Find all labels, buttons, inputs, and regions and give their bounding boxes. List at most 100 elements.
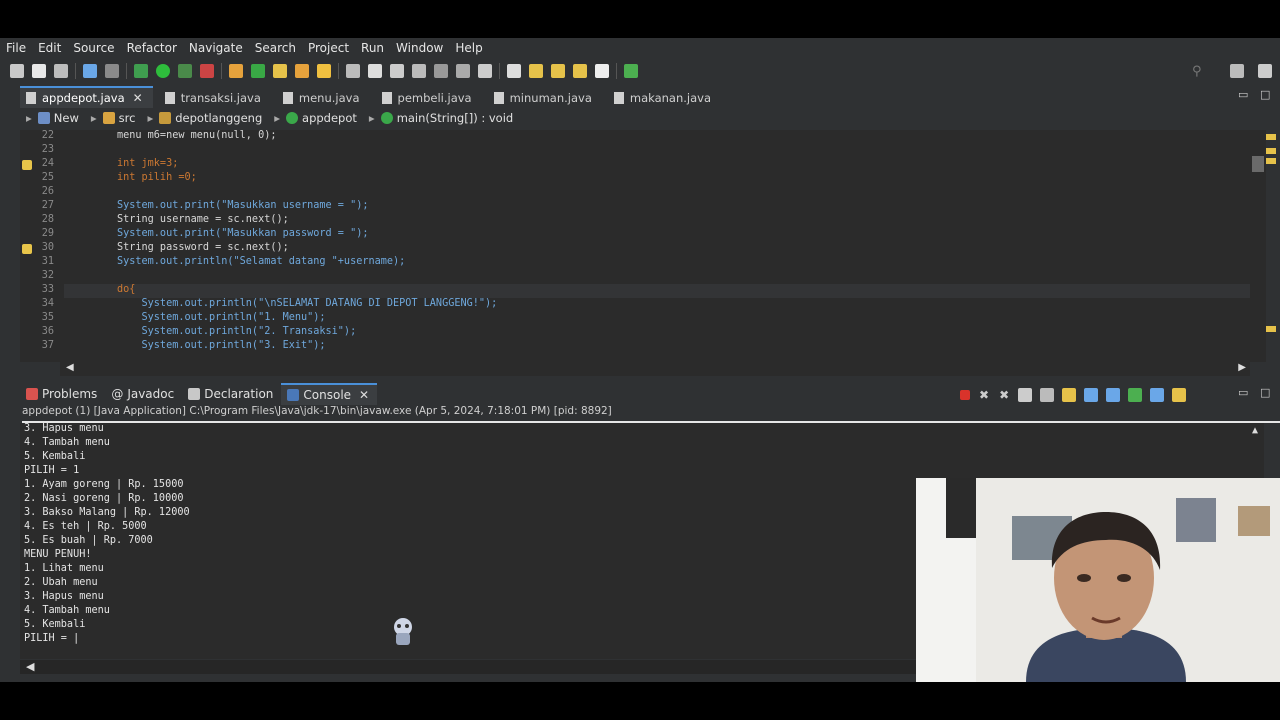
console-line: 4. Es teh | Rp. 5000 — [24, 521, 147, 532]
menu-source[interactable]: Source — [67, 41, 120, 55]
show-stderr-icon[interactable] — [1106, 388, 1121, 402]
breadcrumb-package[interactable]: depotlanggeng — [159, 111, 262, 125]
breadcrumb-label: src — [118, 110, 136, 125]
edit-icon[interactable] — [368, 64, 382, 78]
editor-horizontal-scrollbar[interactable]: ◀ ▶ — [60, 362, 1250, 376]
breadcrumb-class[interactable]: appdepot — [286, 111, 357, 125]
annotation-icon[interactable] — [390, 64, 404, 78]
code-line: System.out.println("\nSELAMAT DATANG DI … — [117, 298, 498, 309]
menu-window[interactable]: Window — [390, 41, 449, 55]
save-icon[interactable] — [32, 64, 46, 78]
scroll-lock-icon[interactable] — [1040, 388, 1055, 402]
menu-run[interactable]: Run — [355, 41, 390, 55]
code-line: System.out.print("Masukkan username = ")… — [117, 200, 369, 211]
tab-javadoc[interactable]: @ Javadoc — [105, 384, 182, 404]
remove-launch-icon[interactable]: ✖ — [979, 388, 989, 402]
format-icon[interactable] — [412, 64, 426, 78]
pin-console-icon[interactable] — [1128, 388, 1143, 402]
maximize-panel-icon[interactable]: □ — [1260, 386, 1270, 399]
overview-warning-marker[interactable] — [1266, 134, 1276, 140]
debug-icon[interactable] — [134, 64, 148, 78]
navigate-forward-icon[interactable] — [595, 64, 609, 78]
show-stdout-icon[interactable] — [1084, 388, 1099, 402]
tab-makanan[interactable]: makanan.java — [608, 88, 721, 108]
tab-declaration[interactable]: Declaration — [182, 384, 281, 404]
menu-navigate[interactable]: Navigate — [183, 41, 249, 55]
next-annotation-icon[interactable] — [478, 64, 492, 78]
run-icon[interactable] — [156, 64, 170, 78]
tab-label: Declaration — [204, 387, 274, 401]
close-icon[interactable]: ✕ — [359, 388, 369, 402]
external-tools-icon[interactable] — [200, 64, 214, 78]
open-type-icon[interactable] — [295, 64, 309, 78]
search-icon[interactable] — [317, 64, 331, 78]
new-class-icon[interactable] — [273, 64, 287, 78]
display-console-icon[interactable] — [1150, 388, 1165, 402]
new-icon[interactable] — [10, 64, 24, 78]
java-perspective-icon[interactable] — [1258, 64, 1272, 78]
line-number: 34 — [41, 298, 54, 309]
breadcrumb-method[interactable]: main(String[]) : void — [380, 111, 513, 125]
save-all-icon[interactable] — [54, 64, 68, 78]
menu-project[interactable]: Project — [302, 41, 355, 55]
method-icon — [380, 111, 393, 124]
tab-console[interactable]: Console ✕ — [281, 383, 378, 405]
coverage-icon[interactable] — [178, 64, 192, 78]
terminal-icon[interactable] — [83, 64, 97, 78]
line-number: 24 — [41, 158, 54, 169]
code-editor[interactable]: 22 menu m6=new menu(null, 0); 23 24 int … — [20, 130, 1250, 362]
scroll-left-icon[interactable]: ◀ — [66, 362, 74, 373]
overview-warning-marker[interactable] — [1266, 148, 1276, 154]
perspective-icon[interactable] — [624, 64, 638, 78]
menu-search[interactable]: Search — [249, 41, 302, 55]
navigate-back-icon[interactable] — [573, 64, 587, 78]
console-input-line[interactable]: PILIH = | — [24, 633, 79, 644]
breadcrumb-src[interactable]: src — [102, 110, 136, 125]
menu-edit[interactable]: Edit — [32, 41, 67, 55]
tab-minuman[interactable]: minuman.java — [488, 88, 602, 108]
tab-label: Javadoc — [127, 387, 175, 401]
tab-problems[interactable]: Problems — [20, 384, 105, 404]
open-perspective-icon[interactable] — [1230, 64, 1244, 78]
skip-breakpoints-icon[interactable] — [105, 64, 119, 78]
minimize-editor-icon[interactable]: ▭ — [1238, 88, 1248, 101]
breadcrumb-project[interactable]: New — [37, 111, 79, 125]
close-icon[interactable]: ✕ — [133, 91, 143, 105]
new-package-icon[interactable] — [251, 64, 265, 78]
tab-appdepot[interactable]: appdepot.java ✕ — [20, 86, 153, 108]
menu-file[interactable]: File — [0, 41, 32, 55]
word-wrap-icon[interactable] — [1062, 388, 1077, 402]
clear-console-icon[interactable] — [1018, 388, 1033, 402]
pin-icon[interactable] — [507, 64, 521, 78]
new-java-project-icon[interactable] — [229, 64, 243, 78]
overview-warning-marker[interactable] — [1266, 326, 1276, 332]
breadcrumb-label: appdepot — [302, 110, 357, 125]
declaration-icon — [188, 388, 201, 400]
tab-pembeli[interactable]: pembeli.java — [376, 88, 482, 108]
whitespace-icon[interactable] — [456, 64, 470, 78]
line-number: 33 — [41, 284, 54, 295]
scroll-left-icon[interactable]: ◀ — [26, 660, 34, 673]
forward-icon[interactable] — [551, 64, 565, 78]
tab-label: menu.java — [298, 91, 360, 105]
tab-menu[interactable]: menu.java — [277, 88, 370, 108]
overview-warning-marker[interactable] — [1266, 158, 1276, 164]
remove-all-icon[interactable]: ✖ — [999, 388, 1009, 402]
stop-icon[interactable] — [960, 390, 970, 400]
tab-transaksi[interactable]: transaksi.java — [159, 88, 271, 108]
quick-access-search-icon[interactable]: ⚲ — [1192, 64, 1202, 79]
open-console-icon[interactable] — [1172, 388, 1187, 402]
editor-scroll-thumb[interactable] — [1252, 156, 1264, 172]
console-icon — [287, 389, 300, 401]
back-icon[interactable] — [529, 64, 543, 78]
toggle-mark-icon[interactable] — [346, 64, 360, 78]
menu-refactor[interactable]: Refactor — [121, 41, 183, 55]
maximize-editor-icon[interactable]: □ — [1260, 88, 1270, 101]
scroll-up-icon[interactable]: ▲ — [1252, 425, 1258, 436]
line-number: 30 — [41, 242, 54, 253]
block-select-icon[interactable] — [434, 64, 448, 78]
scroll-right-icon[interactable]: ▶ — [1238, 362, 1246, 373]
minimize-panel-icon[interactable]: ▭ — [1238, 386, 1248, 399]
breadcrumb-separator-icon: ▸ — [90, 110, 97, 125]
menu-help[interactable]: Help — [449, 41, 488, 55]
